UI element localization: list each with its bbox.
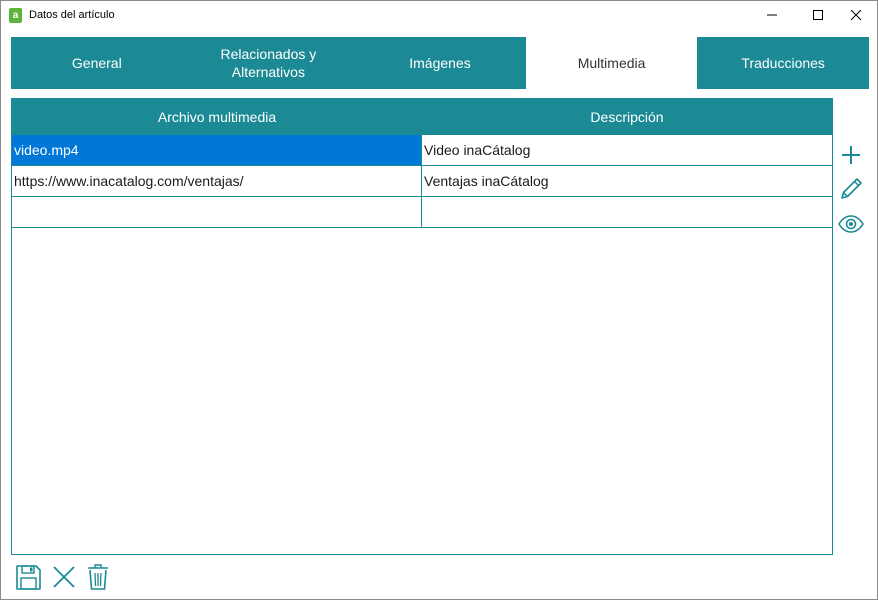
column-header-description[interactable]: Descripción xyxy=(422,99,832,135)
title-bar: a Datos del artículo xyxy=(1,1,877,29)
save-icon xyxy=(15,564,41,590)
edit-button[interactable] xyxy=(837,175,865,203)
close-button[interactable] xyxy=(833,1,878,29)
multimedia-grid: Archivo multimedia Descripción video.mp4… xyxy=(11,98,833,555)
table-row[interactable]: video.mp4 Video inaCátalog xyxy=(12,135,832,166)
maximize-icon xyxy=(813,10,823,20)
cell-description[interactable]: Video inaCátalog xyxy=(422,135,832,165)
pencil-icon xyxy=(841,178,862,199)
cancel-button[interactable] xyxy=(50,562,78,592)
tab-related-alternatives[interactable]: Relacionados y Alternativos xyxy=(182,37,355,89)
plus-icon xyxy=(842,146,860,164)
close-icon xyxy=(851,10,861,20)
tab-general[interactable]: General xyxy=(11,37,183,89)
save-button[interactable] xyxy=(14,562,42,592)
cell-description[interactable] xyxy=(422,197,832,227)
minimize-icon xyxy=(767,14,777,16)
tab-bar: General Relacionados y Alternativos Imág… xyxy=(11,37,869,89)
delete-button[interactable] xyxy=(84,562,112,592)
add-button[interactable] xyxy=(837,141,865,169)
trash-icon xyxy=(88,564,108,590)
cell-file[interactable]: https://www.inacatalog.com/ventajas/ xyxy=(12,166,422,196)
tab-images[interactable]: Imágenes xyxy=(354,37,526,89)
cell-file[interactable] xyxy=(12,197,422,227)
minimize-button[interactable] xyxy=(749,1,795,29)
cancel-x-icon xyxy=(53,566,75,588)
grid-header: Archivo multimedia Descripción xyxy=(12,99,832,135)
preview-button[interactable] xyxy=(837,210,865,238)
cell-file[interactable]: video.mp4 xyxy=(12,135,422,165)
cell-description[interactable]: Ventajas inaCátalog xyxy=(422,166,832,196)
app-icon: a xyxy=(9,8,22,23)
window-title: Datos del artículo xyxy=(29,9,115,21)
table-row[interactable]: https://www.inacatalog.com/ventajas/ Ven… xyxy=(12,166,832,197)
grid-rows: video.mp4 Video inaCátalog https://www.i… xyxy=(12,135,832,228)
table-row[interactable] xyxy=(12,197,832,228)
eye-icon xyxy=(838,215,864,233)
article-data-window: a Datos del artículo General Relacionado… xyxy=(0,0,878,600)
column-header-file[interactable]: Archivo multimedia xyxy=(12,99,422,135)
tab-multimedia[interactable]: Multimedia xyxy=(525,37,698,89)
tab-translations[interactable]: Traducciones xyxy=(697,37,869,89)
